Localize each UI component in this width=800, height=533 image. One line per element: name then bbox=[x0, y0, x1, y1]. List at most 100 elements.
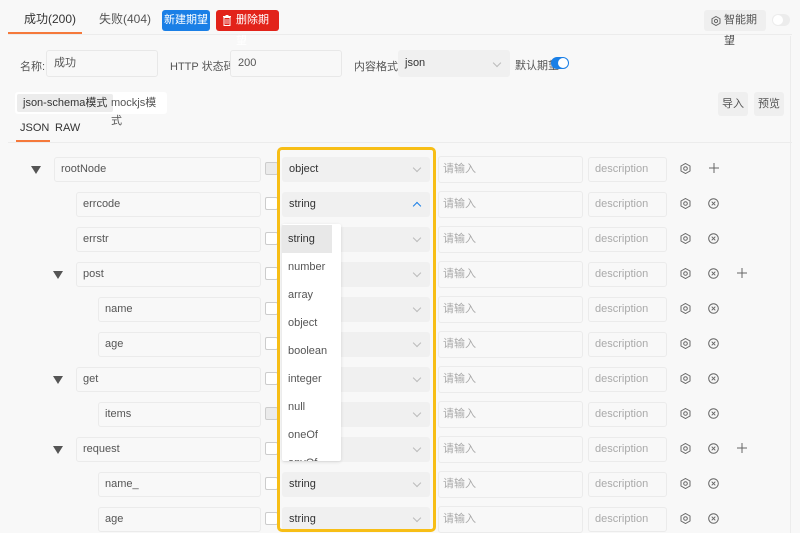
required-checkbox[interactable] bbox=[265, 267, 278, 280]
type-option-integer[interactable]: integer bbox=[282, 365, 341, 393]
type-option-anyOf[interactable]: anyOf bbox=[282, 449, 341, 461]
required-checkbox[interactable] bbox=[265, 337, 278, 350]
caret-down-icon[interactable] bbox=[53, 376, 63, 384]
tab-success[interactable]: 成功(200) bbox=[24, 10, 76, 27]
field-name-input[interactable]: request bbox=[76, 437, 261, 462]
mock-input[interactable]: 请输入 bbox=[438, 506, 583, 533]
type-option-string[interactable]: string bbox=[282, 225, 332, 253]
mock-input[interactable]: 请输入 bbox=[438, 296, 583, 323]
description-input[interactable]: description bbox=[588, 472, 667, 497]
settings-icon[interactable] bbox=[680, 373, 691, 384]
description-input[interactable]: description bbox=[588, 367, 667, 392]
settings-icon[interactable] bbox=[680, 513, 691, 524]
settings-icon[interactable] bbox=[680, 478, 691, 489]
field-name-input[interactable]: get bbox=[76, 367, 261, 392]
description-input[interactable]: description bbox=[588, 332, 667, 357]
caret-down-icon[interactable] bbox=[53, 271, 63, 279]
type-select[interactable]: string bbox=[282, 507, 430, 532]
field-name-input[interactable]: rootNode bbox=[54, 157, 261, 182]
mock-input[interactable]: 请输入 bbox=[438, 436, 583, 463]
type-option-boolean[interactable]: boolean bbox=[282, 337, 341, 365]
description-input[interactable]: description bbox=[588, 262, 667, 287]
settings-icon[interactable] bbox=[680, 268, 691, 279]
default-expectation-toggle[interactable] bbox=[551, 57, 569, 69]
settings-icon[interactable] bbox=[680, 338, 691, 349]
remove-field-icon[interactable] bbox=[708, 373, 719, 384]
import-button[interactable]: 导入 bbox=[718, 92, 748, 116]
remove-field-icon[interactable] bbox=[708, 198, 719, 209]
mock-input[interactable]: 请输入 bbox=[438, 226, 583, 253]
caret-down-icon[interactable] bbox=[31, 166, 41, 174]
subtab-raw[interactable]: RAW bbox=[55, 122, 80, 134]
remove-field-icon[interactable] bbox=[708, 338, 719, 349]
required-checkbox[interactable] bbox=[265, 162, 278, 175]
description-input[interactable]: description bbox=[588, 192, 667, 217]
settings-icon[interactable] bbox=[680, 303, 691, 314]
required-checkbox[interactable] bbox=[265, 197, 278, 210]
settings-icon[interactable] bbox=[680, 198, 691, 209]
mock-input[interactable]: 请输入 bbox=[438, 401, 583, 428]
tab-failure[interactable]: 失败(404) bbox=[99, 10, 151, 27]
settings-icon[interactable] bbox=[680, 408, 691, 419]
remove-field-icon[interactable] bbox=[708, 478, 719, 489]
required-checkbox[interactable] bbox=[265, 442, 278, 455]
remove-field-icon[interactable] bbox=[708, 408, 719, 419]
settings-icon[interactable] bbox=[680, 443, 691, 454]
description-input[interactable]: description bbox=[588, 227, 667, 252]
mock-input[interactable]: 请输入 bbox=[438, 261, 583, 288]
field-name-input[interactable]: post bbox=[76, 262, 261, 287]
type-option-array[interactable]: array bbox=[282, 281, 341, 309]
settings-icon[interactable] bbox=[680, 163, 691, 174]
add-child-icon[interactable] bbox=[736, 442, 748, 454]
mock-input[interactable]: 请输入 bbox=[438, 156, 583, 183]
content-format-select[interactable]: json bbox=[398, 50, 510, 77]
status-code-input[interactable]: 200 bbox=[230, 50, 342, 77]
remove-field-icon[interactable] bbox=[708, 233, 719, 244]
remove-field-icon[interactable] bbox=[708, 268, 719, 279]
remove-field-icon[interactable] bbox=[708, 303, 719, 314]
type-option-null[interactable]: null bbox=[282, 393, 341, 421]
add-child-icon[interactable] bbox=[708, 162, 720, 174]
field-name-input[interactable]: errstr bbox=[76, 227, 261, 252]
field-name-input[interactable]: name_ bbox=[98, 472, 261, 497]
name-input[interactable]: 成功 bbox=[46, 50, 158, 77]
type-option-object[interactable]: object bbox=[282, 309, 341, 337]
preview-button[interactable]: 预览 bbox=[754, 92, 784, 116]
required-checkbox[interactable] bbox=[265, 302, 278, 315]
mode-json-schema[interactable]: json-schema模式 bbox=[17, 94, 114, 112]
type-select[interactable]: string bbox=[282, 192, 430, 217]
type-option-oneOf[interactable]: oneOf bbox=[282, 421, 341, 449]
mock-input[interactable]: 请输入 bbox=[438, 471, 583, 498]
description-input[interactable]: description bbox=[588, 402, 667, 427]
field-name-input[interactable]: items bbox=[98, 402, 261, 427]
field-name-input[interactable]: age bbox=[98, 507, 261, 532]
required-checkbox[interactable] bbox=[265, 407, 278, 420]
remove-field-icon[interactable] bbox=[708, 513, 719, 524]
smart-expectation-button[interactable]: 智能期望 bbox=[704, 10, 766, 47]
required-checkbox[interactable] bbox=[265, 477, 278, 490]
required-checkbox[interactable] bbox=[265, 232, 278, 245]
field-name-input[interactable]: age bbox=[98, 332, 261, 357]
required-checkbox[interactable] bbox=[265, 372, 278, 385]
remove-field-icon[interactable] bbox=[708, 443, 719, 454]
delete-expectation-button[interactable]: 删除期望 bbox=[216, 10, 279, 47]
description-input[interactable]: description bbox=[588, 437, 667, 462]
description-input[interactable]: description bbox=[588, 157, 667, 182]
type-option-number[interactable]: number bbox=[282, 253, 341, 281]
new-expectation-button[interactable]: 新建期望 bbox=[162, 10, 210, 31]
settings-icon[interactable] bbox=[680, 233, 691, 244]
type-select[interactable]: object bbox=[282, 157, 430, 182]
mock-input[interactable]: 请输入 bbox=[438, 366, 583, 393]
field-name-input[interactable]: name bbox=[98, 297, 261, 322]
mode-mockjs[interactable]: mockjs模式 bbox=[105, 94, 167, 127]
type-select[interactable]: string bbox=[282, 472, 430, 497]
description-input[interactable]: description bbox=[588, 507, 667, 532]
caret-down-icon[interactable] bbox=[53, 446, 63, 454]
mock-input[interactable]: 请输入 bbox=[438, 331, 583, 358]
required-checkbox[interactable] bbox=[265, 512, 278, 525]
description-input[interactable]: description bbox=[588, 297, 667, 322]
add-child-icon[interactable] bbox=[736, 267, 748, 279]
subtab-json[interactable]: JSON bbox=[20, 122, 49, 134]
smart-expectation-toggle[interactable] bbox=[772, 14, 790, 26]
field-name-input[interactable]: errcode bbox=[76, 192, 261, 217]
